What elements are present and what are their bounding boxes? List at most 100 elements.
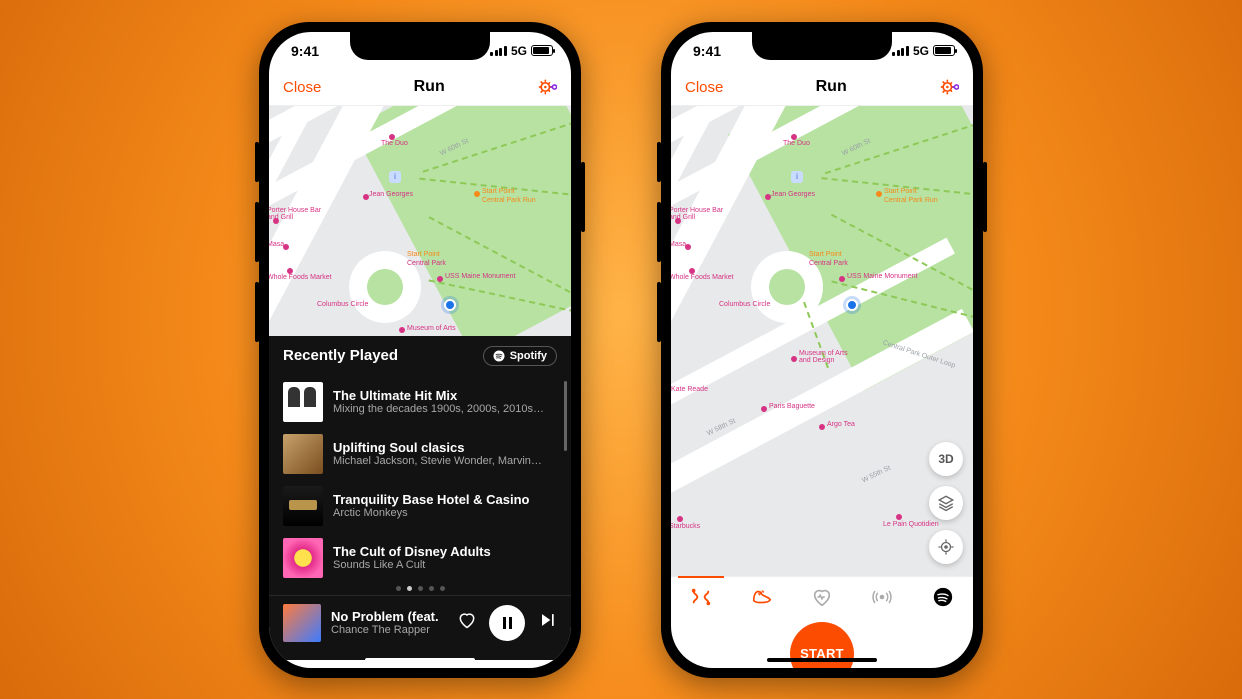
gear-icon (939, 77, 959, 97)
status-time: 9:41 (693, 43, 721, 59)
spotify-panel: Recently Played Spotify The Ultimate Hit… (269, 336, 571, 660)
poi-label: Museum of Arts and Design (799, 350, 859, 364)
nav-bar: Close Run (269, 70, 571, 106)
track-row[interactable]: The Ultimate Hit MixMixing the decades 1… (283, 376, 557, 428)
like-button[interactable] (457, 610, 477, 635)
home-indicator[interactable] (365, 658, 475, 662)
poi-label: Whole Foods Market (269, 274, 332, 281)
signal-icon (490, 46, 507, 56)
tab-beacon[interactable] (852, 577, 912, 618)
spotify-pill-label: Spotify (510, 350, 547, 362)
shoe-icon (751, 586, 773, 608)
tab-bar (671, 576, 973, 618)
nav-bar: Close Run (671, 70, 973, 106)
phone-left: 9:41 5G Close Run (259, 22, 581, 678)
poi-label: Porter House Bar and Grill (671, 207, 724, 221)
poi-label: Porter House Bar and Grill (269, 207, 322, 221)
track-row[interactable]: Tranquility Base Hotel & CasinoArctic Mo… (283, 480, 557, 532)
heart-rate-icon (811, 586, 833, 608)
signal-icon (892, 46, 909, 56)
poi-label: USS Maine Monument (445, 273, 515, 280)
heart-icon (457, 610, 477, 630)
poi-label: Columbus Circle (719, 301, 770, 308)
street-label: W 55th St (861, 464, 892, 484)
track-title: Uplifting Soul clasics (333, 440, 557, 455)
poi-label: Kate Reade (671, 386, 708, 393)
tab-spotify[interactable] (913, 577, 973, 618)
poi-label: Central Park Run (482, 197, 536, 204)
current-location-dot (846, 299, 858, 311)
track-artist: Mixing the decades 1900s, 2000s, 2010s… (333, 403, 557, 415)
phone-right: 9:41 5G Close Run (661, 22, 983, 678)
poi-label: Whole Foods Market (671, 274, 734, 281)
now-playing-bar[interactable]: No Problem (feat. Chance The Rapper (269, 595, 571, 660)
transit-pin[interactable]: i (389, 171, 401, 183)
poi-label: Jean Georges (369, 191, 413, 198)
current-location-dot (444, 299, 456, 311)
track-list[interactable]: The Ultimate Hit MixMixing the decades 1… (269, 376, 571, 584)
settings-button[interactable] (537, 77, 557, 97)
beacon-icon (871, 586, 893, 608)
poi-label: Masa (269, 241, 284, 248)
battery-icon (531, 45, 553, 56)
layers-button[interactable] (929, 486, 963, 520)
tab-heart[interactable] (792, 577, 852, 618)
3d-button[interactable]: 3D (929, 442, 963, 476)
track-row[interactable]: The Cult of Disney AdultsSounds Like A C… (283, 532, 557, 584)
locate-button[interactable] (929, 530, 963, 564)
poi-label: Start Point (809, 251, 842, 258)
poi-label: USS Maine Monument (847, 273, 917, 280)
recently-played-heading: Recently Played (283, 347, 398, 364)
poi-label: Central Park (809, 260, 848, 267)
home-indicator[interactable] (767, 658, 877, 662)
status-network: 5G (511, 44, 527, 58)
poi-label: Museum of Arts (407, 325, 456, 332)
status-time: 9:41 (291, 43, 319, 59)
poi-label: The Duo (783, 140, 810, 147)
page-title: Run (414, 78, 445, 96)
now-playing-art (283, 604, 321, 642)
album-art (283, 382, 323, 422)
now-playing-title: No Problem (feat. (331, 609, 447, 624)
poi-label: Start Point (407, 251, 440, 258)
notch (350, 32, 490, 60)
next-button[interactable] (537, 610, 557, 635)
layers-icon (937, 494, 955, 512)
poi-label: Paris Baguette (769, 403, 815, 410)
pause-button[interactable] (489, 605, 525, 641)
spotify-icon (932, 586, 954, 608)
skip-next-icon (537, 610, 557, 630)
tab-activity[interactable] (731, 577, 791, 618)
map-view[interactable]: i W 60th St Central Park Outer Loop W 58… (671, 106, 973, 576)
poi-label: Argo Tea (827, 421, 855, 428)
track-title: Tranquility Base Hotel & Casino (333, 492, 557, 507)
spotify-button[interactable]: Spotify (483, 346, 557, 366)
close-button[interactable]: Close (685, 79, 723, 96)
transit-pin[interactable]: i (791, 171, 803, 183)
album-art (283, 434, 323, 474)
locate-icon (937, 538, 955, 556)
poi-label: The Duo (381, 140, 408, 147)
track-artist: Michael Jackson, Stevie Wonder, Marvin… (333, 455, 557, 467)
track-row[interactable]: Uplifting Soul clasicsMichael Jackson, S… (283, 428, 557, 480)
pause-icon (503, 617, 506, 629)
status-network: 5G (913, 44, 929, 58)
page-dots (269, 584, 571, 595)
settings-button[interactable] (939, 77, 959, 97)
poi-label: Central Park (407, 260, 446, 267)
spotify-icon (493, 350, 505, 362)
close-button[interactable]: Close (283, 79, 321, 96)
poi-label: Start Point (884, 188, 917, 195)
now-playing-artist: Chance The Rapper (331, 624, 447, 636)
scroll-indicator (564, 381, 567, 451)
gear-icon (537, 77, 557, 97)
poi-label: Jean Georges (771, 191, 815, 198)
album-art (283, 538, 323, 578)
track-title: The Ultimate Hit Mix (333, 388, 557, 403)
album-art (283, 486, 323, 526)
tab-route[interactable] (671, 577, 731, 618)
map-view[interactable]: i W 60th St The Duo Jean Georges Start P… (269, 106, 571, 336)
battery-icon (933, 45, 955, 56)
poi-label: Start Point (482, 188, 515, 195)
track-artist: Sounds Like A Cult (333, 559, 557, 571)
